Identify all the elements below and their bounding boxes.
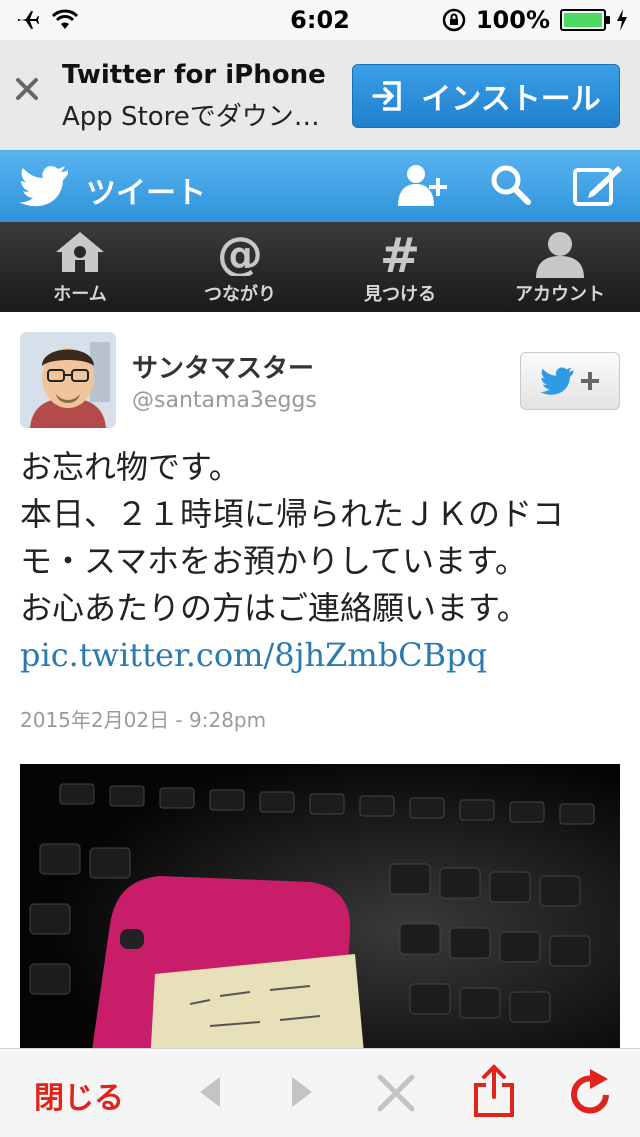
- hashtag-icon: #: [380, 230, 420, 276]
- tab-bar: ホーム @ つながり # 見つける アカウント: [0, 222, 640, 312]
- svg-text:@: @: [217, 230, 263, 276]
- bird-icon: [539, 367, 574, 395]
- install-button[interactable]: インストール: [352, 64, 620, 128]
- status-bar: 6:02 100%: [0, 0, 640, 40]
- tab-connect[interactable]: @ つながり: [160, 222, 320, 312]
- battery-percent: 100%: [475, 6, 550, 34]
- banner-close-icon[interactable]: [14, 76, 40, 102]
- tab-account[interactable]: アカウント: [480, 222, 640, 312]
- nav-title: ツイート: [86, 176, 206, 211]
- stop-icon[interactable]: [376, 1073, 416, 1113]
- tab-discover-label: 見つける: [364, 284, 436, 305]
- person-icon: [536, 232, 584, 278]
- forward-icon[interactable]: [288, 1075, 316, 1109]
- browser-bottom-bar: 閉じる: [0, 1048, 640, 1137]
- twitter-nav-bar: ツイート: [0, 150, 640, 223]
- author-handle[interactable]: @santama3eggs: [132, 388, 317, 413]
- banner-title: Twitter for iPhone: [62, 60, 326, 90]
- battery-fill: [564, 13, 602, 27]
- tweet-link[interactable]: pic.twitter.com/8jhZmbCBpq: [20, 632, 620, 679]
- install-label: インストール: [421, 82, 601, 117]
- avatar-image: [20, 332, 116, 428]
- rotation-lock-icon: [442, 8, 466, 32]
- follow-button[interactable]: [520, 352, 620, 410]
- avatar[interactable]: [20, 332, 116, 428]
- share-icon[interactable]: [472, 1063, 516, 1119]
- add-user-icon[interactable]: [396, 162, 448, 208]
- tab-home[interactable]: ホーム: [0, 222, 160, 312]
- reload-icon[interactable]: [568, 1069, 614, 1117]
- tweet-photo[interactable]: [20, 764, 620, 1048]
- install-icon: [372, 81, 402, 111]
- close-button[interactable]: 閉じる: [34, 1073, 124, 1117]
- tweet-text: お忘れ物です。 本日、２１時頃に帰られたＪＫのドコ モ・スマホをお預かりしていま…: [20, 444, 620, 679]
- svg-text:#: #: [380, 230, 420, 276]
- banner-subtitle: App Storeでダウンロード: [62, 102, 332, 132]
- author-name[interactable]: サンタマスター: [132, 348, 314, 385]
- home-icon: [56, 232, 104, 272]
- app-banner: Twitter for iPhone App Storeでダウンロード インスト…: [0, 40, 640, 151]
- plus-icon: [581, 372, 599, 390]
- tab-account-label: アカウント: [515, 284, 605, 305]
- photo-image: [20, 764, 620, 1048]
- at-icon: @: [217, 230, 263, 276]
- tweet-line: 本日、２１時頃に帰られたＪＫのドコ: [20, 495, 565, 533]
- back-icon[interactable]: [196, 1075, 224, 1109]
- tweet-line: お忘れ物です。: [20, 448, 241, 486]
- tweet-line: モ・スマホをお預かりしています。: [20, 542, 527, 580]
- tab-connect-label: つながり: [204, 284, 276, 305]
- charging-icon: [617, 9, 627, 31]
- tweet-line: お心あたりの方はご連絡願います。: [20, 589, 529, 627]
- search-icon[interactable]: [488, 162, 532, 208]
- battery-icon: [560, 9, 610, 31]
- tweet-timestamp: 2015年2月02日 - 9:28pm: [20, 708, 267, 732]
- compose-icon[interactable]: [572, 162, 624, 208]
- status-right: 100%: [442, 6, 628, 34]
- twitter-bird-icon: [19, 166, 68, 207]
- tab-home-label: ホーム: [53, 284, 107, 305]
- tab-discover[interactable]: # 見つける: [320, 222, 480, 312]
- tweet-detail: サンタマスター @santama3eggs お忘れ物です。 本日、２１時頃に帰ら…: [0, 312, 640, 1048]
